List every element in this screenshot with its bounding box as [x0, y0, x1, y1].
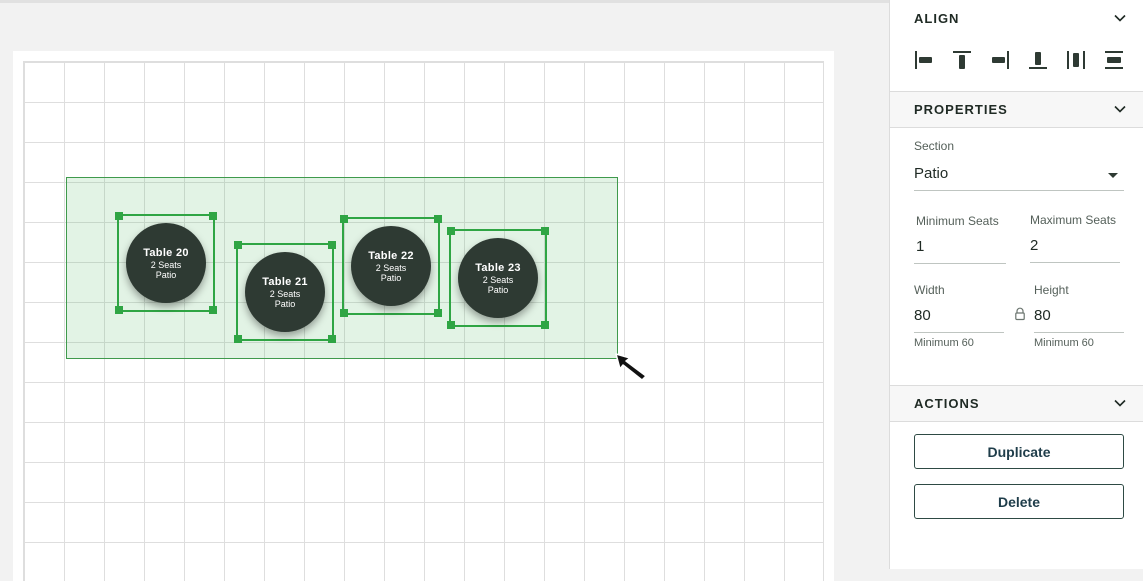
properties-panel: ALIGN PROPERTIES Section Patio Minimum S…: [889, 0, 1143, 569]
table-section: Patio: [155, 269, 177, 280]
table-name: Table 23: [475, 261, 521, 274]
resize-handle[interactable]: [209, 212, 217, 220]
chevron-down-icon: [1114, 399, 1126, 407]
resize-handle[interactable]: [447, 227, 455, 235]
align-section-title: ALIGN: [914, 10, 960, 26]
table-section: Patio: [274, 298, 296, 309]
align-bottom-icon[interactable]: [1024, 46, 1052, 74]
resize-handle[interactable]: [541, 227, 549, 235]
table-section: Patio: [380, 272, 402, 283]
align-top-icon[interactable]: [948, 46, 976, 74]
width-hint: Minimum 60: [914, 337, 974, 349]
align-section-header[interactable]: ALIGN: [890, 0, 1143, 36]
duplicate-button[interactable]: Duplicate: [914, 434, 1124, 469]
resize-handle[interactable]: [234, 335, 242, 343]
max-seats-label: Maximum Seats: [1030, 213, 1117, 227]
resize-handle[interactable]: [541, 321, 549, 329]
resize-handle[interactable]: [447, 321, 455, 329]
properties-section-title: PROPERTIES: [914, 101, 1008, 117]
caret-down-icon: [1108, 173, 1118, 178]
field-underline: [914, 332, 1004, 333]
chevron-down-icon: [1114, 105, 1126, 113]
max-seats-input[interactable]: 2: [1030, 237, 1038, 254]
mouse-cursor-icon: [615, 353, 647, 381]
section-select-value: Patio: [914, 165, 949, 182]
width-input[interactable]: 80: [914, 307, 931, 324]
align-toolbar: [910, 44, 1128, 76]
resize-handle[interactable]: [340, 309, 348, 317]
resize-handle[interactable]: [115, 306, 123, 314]
section-select[interactable]: Patio: [914, 160, 1124, 191]
field-underline: [1034, 332, 1124, 333]
table-disc[interactable]: Table 21 2 Seats Patio: [245, 252, 325, 332]
table-seats: 2 Seats: [269, 288, 301, 299]
resize-handle[interactable]: [115, 212, 123, 220]
actions-section-header[interactable]: ACTIONS: [890, 385, 1143, 421]
chevron-down-icon: [1114, 14, 1126, 22]
table-seats: 2 Seats: [150, 259, 182, 270]
table-item[interactable]: Table 23 2 Seats Patio: [447, 227, 549, 329]
table-item[interactable]: Table 20 2 Seats Patio: [115, 212, 217, 314]
lock-icon[interactable]: [1014, 307, 1026, 321]
resize-handle[interactable]: [328, 335, 336, 343]
field-underline: [914, 190, 1124, 191]
table-disc[interactable]: Table 20 2 Seats Patio: [126, 223, 206, 303]
actions-section-title: ACTIONS: [914, 395, 980, 411]
resize-handle[interactable]: [234, 241, 242, 249]
section-label: Section: [914, 139, 955, 153]
section-divider: [890, 421, 1143, 422]
top-border: [0, 0, 889, 3]
resize-handle[interactable]: [209, 306, 217, 314]
properties-section-header[interactable]: PROPERTIES: [890, 91, 1143, 127]
resize-handle[interactable]: [434, 309, 442, 317]
table-disc[interactable]: Table 22 2 Seats Patio: [351, 226, 431, 306]
width-label: Width: [914, 283, 945, 297]
height-hint: Minimum 60: [1034, 337, 1094, 349]
delete-button[interactable]: Delete: [914, 484, 1124, 519]
height-label: Height: [1034, 283, 1069, 297]
table-seats: 2 Seats: [482, 274, 514, 285]
section-divider: [890, 127, 1143, 128]
distribute-vertical-icon[interactable]: [1100, 46, 1128, 74]
table-name: Table 22: [368, 249, 414, 262]
table-item[interactable]: Table 22 2 Seats Patio: [340, 215, 442, 317]
table-item[interactable]: Table 21 2 Seats Patio: [234, 241, 336, 343]
min-seats-label: Minimum Seats: [916, 214, 999, 228]
table-name: Table 20: [143, 246, 189, 259]
resize-handle[interactable]: [340, 215, 348, 223]
resize-handle[interactable]: [434, 215, 442, 223]
height-input[interactable]: 80: [1034, 307, 1051, 324]
align-right-icon[interactable]: [986, 46, 1014, 74]
table-name: Table 21: [262, 275, 308, 288]
min-seats-input[interactable]: 1: [916, 238, 924, 255]
table-disc[interactable]: Table 23 2 Seats Patio: [458, 238, 538, 318]
table-seats: 2 Seats: [375, 262, 407, 273]
table-section: Patio: [487, 284, 509, 295]
distribute-horizontal-icon[interactable]: [1062, 46, 1090, 74]
field-underline: [1030, 262, 1120, 263]
field-underline: [914, 263, 1006, 264]
align-left-icon[interactable]: [910, 46, 938, 74]
resize-handle[interactable]: [328, 241, 336, 249]
